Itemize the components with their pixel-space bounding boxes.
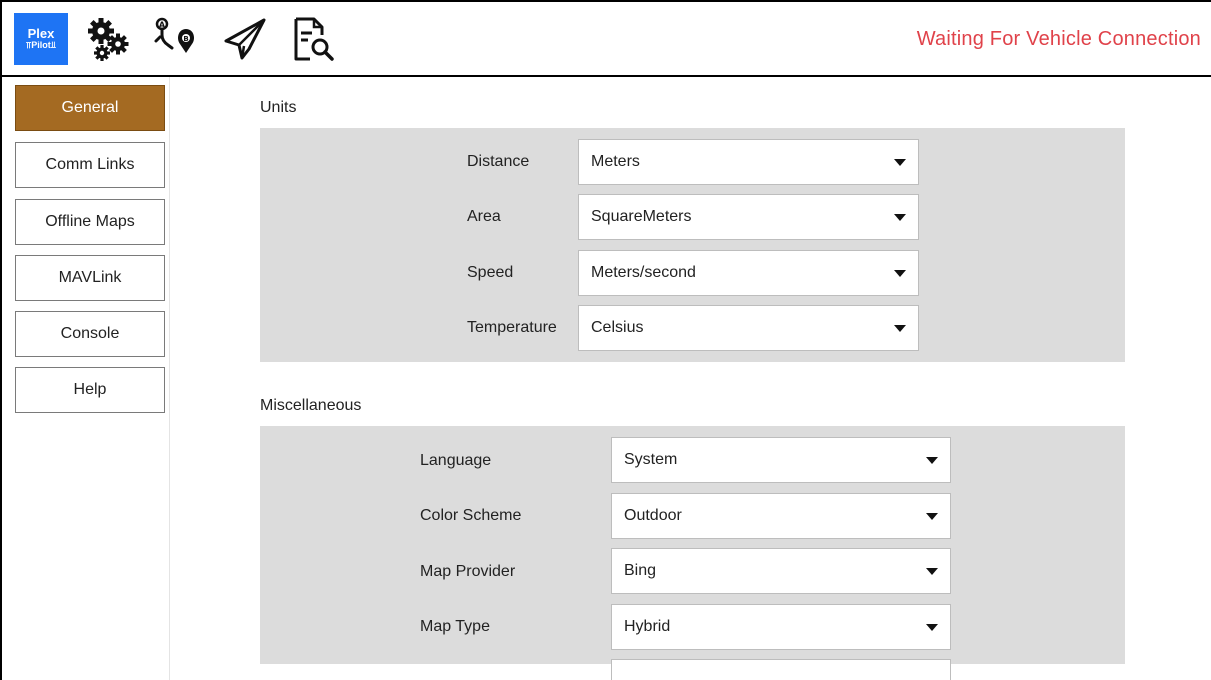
chevron-down-icon	[926, 624, 938, 631]
sidebar-item-general[interactable]: General	[15, 85, 165, 131]
vehicle-connection-status: Waiting For Vehicle Connection	[916, 28, 1201, 50]
distance-label: Distance	[467, 153, 530, 170]
miscellaneous-section-title: Miscellaneous	[260, 397, 362, 414]
distance-select-value: Meters	[591, 153, 640, 170]
area-label: Area	[467, 208, 501, 225]
logo-text-bottom: ⫪Pilot⫫	[26, 40, 56, 50]
chevron-down-icon	[926, 568, 938, 575]
svg-text:B: B	[183, 35, 188, 43]
speed-select[interactable]: Meters/second	[578, 250, 919, 296]
chevron-down-icon	[926, 513, 938, 520]
map-provider-select-value: Bing	[624, 562, 657, 579]
sidebar-item-console[interactable]: Console	[15, 311, 165, 357]
sidebar-item-help[interactable]: Help	[15, 367, 165, 413]
temperature-select-value: Celsius	[591, 319, 644, 336]
sidebar-item-comm-links[interactable]: Comm Links	[15, 142, 165, 188]
units-section-title: Units	[260, 99, 297, 116]
temperature-select[interactable]: Celsius	[578, 305, 919, 351]
color-scheme-label: Color Scheme	[420, 507, 522, 524]
map-provider-label: Map Provider	[420, 563, 516, 580]
settings-sidebar: General Comm Links Offline Maps MAVLink …	[2, 77, 170, 680]
paper-plane-icon[interactable]	[220, 15, 270, 63]
route-waypoints-icon[interactable]: A B	[152, 15, 202, 63]
map-type-select[interactable]: Hybrid	[611, 604, 951, 650]
speed-select-value: Meters/second	[591, 264, 696, 281]
chevron-down-icon	[894, 159, 906, 166]
language-select[interactable]: System	[611, 437, 951, 483]
next-setting-select[interactable]	[611, 659, 951, 680]
speed-label: Speed	[467, 264, 514, 281]
chevron-down-icon	[894, 270, 906, 277]
color-scheme-select-value: Outdoor	[624, 507, 682, 524]
area-select-value: SquareMeters	[591, 208, 692, 225]
map-type-label: Map Type	[420, 618, 490, 635]
chevron-down-icon	[894, 325, 906, 332]
map-provider-select[interactable]: Bing	[611, 548, 951, 594]
chevron-down-icon	[894, 214, 906, 221]
color-scheme-select[interactable]: Outdoor	[611, 493, 951, 539]
plexpilot-logo[interactable]: Plex ⫪Pilot⫫	[14, 13, 68, 65]
gears-icon[interactable]	[84, 15, 134, 63]
area-select[interactable]: SquareMeters	[578, 194, 919, 240]
chevron-down-icon	[926, 457, 938, 464]
app-window: Plex ⫪Pilot⫫ A B Waiting For Vehicle Con…	[0, 0, 1211, 680]
map-type-select-value: Hybrid	[624, 618, 671, 635]
distance-select[interactable]: Meters	[578, 139, 919, 185]
sidebar-item-mavlink[interactable]: MAVLink	[15, 255, 165, 301]
language-label: Language	[420, 452, 492, 469]
logo-text-top: Plex	[27, 26, 55, 41]
top-toolbar: Plex ⫪Pilot⫫ A B Waiting For Vehicle Con…	[2, 2, 1211, 77]
language-select-value: System	[624, 451, 678, 468]
sidebar-item-offline-maps[interactable]: Offline Maps	[15, 199, 165, 245]
temperature-label: Temperature	[467, 319, 557, 336]
document-search-icon[interactable]	[288, 15, 338, 63]
